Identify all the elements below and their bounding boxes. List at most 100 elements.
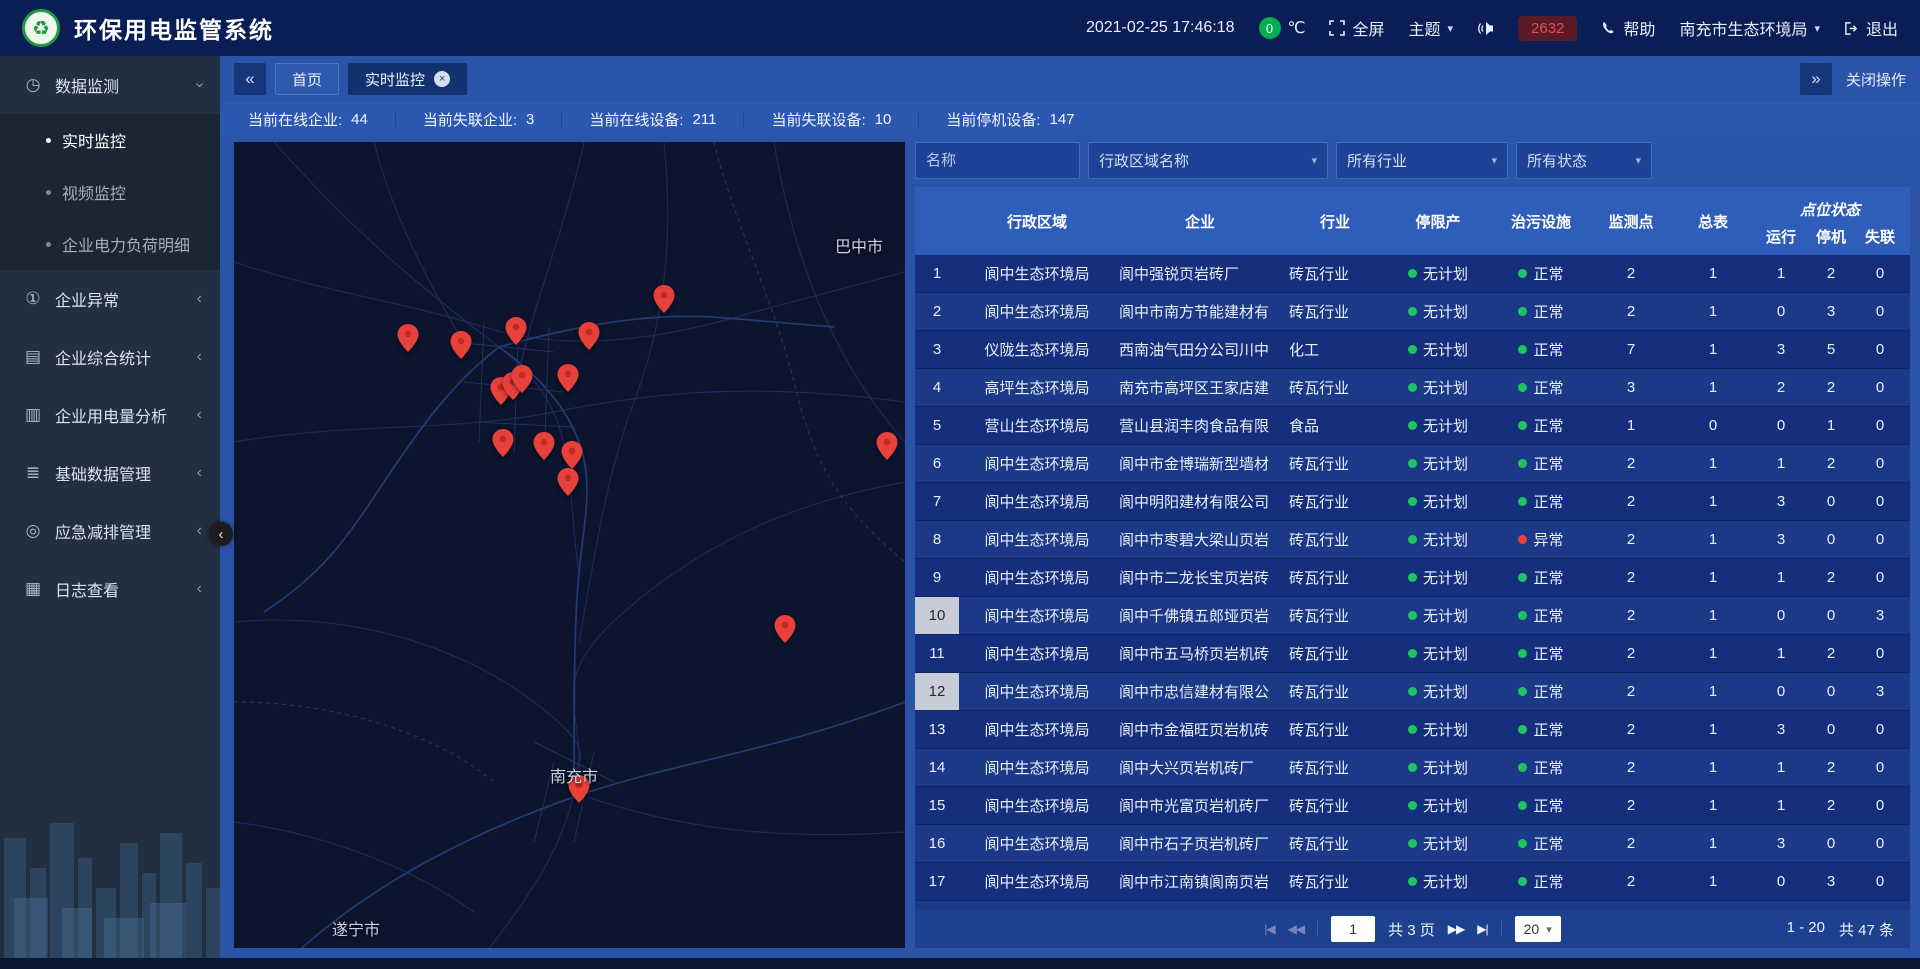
name-filter-input[interactable] [915, 142, 1080, 179]
tab-realtime-monitoring[interactable]: 实时监控 × [348, 63, 467, 95]
cell-filler [1905, 825, 1910, 862]
close-operations-button[interactable]: 关闭操作 [1846, 69, 1906, 90]
map-pin[interactable] [775, 615, 796, 648]
sidebar-item-base-data-management[interactable]: ≣基础数据管理‹ [0, 444, 220, 502]
table-row[interactable]: 3仪陇生态环境局西南油气田分公司川中化工无计划正常71350 [915, 331, 1910, 369]
city-label: 遂宁市 [332, 916, 380, 940]
sidebar-item-data-monitoring[interactable]: ◷数据监测‹ [0, 56, 220, 114]
cell-limit: 无计划 [1385, 825, 1491, 862]
cell-enterprise: 阆中千佛镇五郎垭页岩 [1115, 597, 1285, 634]
table-row[interactable]: 15阆中生态环境局阆中市光富页岩机砖厂砖瓦行业无计划正常21120 [915, 787, 1910, 825]
map-pin[interactable] [512, 365, 533, 398]
cell-offline: 0 [1855, 331, 1905, 368]
tab-home[interactable]: 首页 [275, 63, 339, 95]
cell-monitor: 1 [1591, 407, 1671, 444]
page-number-input[interactable] [1331, 916, 1375, 942]
tabs-scroll-left-button[interactable]: « [234, 63, 266, 95]
map-pin[interactable] [493, 429, 514, 462]
alert-count-badge[interactable]: 2632 [1518, 16, 1577, 41]
logout-button[interactable]: 退出 [1844, 16, 1898, 40]
map-pin[interactable] [558, 468, 579, 501]
table-row[interactable]: 5营山生态环境局营山县润丰肉食品有限食品无计划正常10010 [915, 407, 1910, 445]
table-row[interactable]: 6阆中生态环境局阆中市金博瑞新型墙材砖瓦行业无计划正常21120 [915, 445, 1910, 483]
table-row[interactable]: 18南部生态环境局南部县双佛水泥有限公砖瓦行业无计划正常21030 [915, 901, 1910, 910]
table-row[interactable]: 10阆中生态环境局阆中千佛镇五郎垭页岩砖瓦行业无计划正常21003 [915, 597, 1910, 635]
industry-filter-select[interactable]: 所有行业 ▾ [1336, 142, 1508, 179]
last-page-button[interactable]: ▶| [1477, 922, 1487, 936]
cell-filler [1905, 635, 1910, 672]
table-row[interactable]: 7阆中生态环境局阆中明阳建材有限公司砖瓦行业无计划正常21300 [915, 483, 1910, 521]
first-page-button[interactable]: |◀ [1264, 922, 1274, 936]
table-row[interactable]: 4高坪生态环境局南充市高坪区王家店建砖瓦行业无计划正常31220 [915, 369, 1910, 407]
cell-filler [1905, 521, 1910, 558]
sidebar-subitem-realtime-monitoring[interactable]: 实时监控 [0, 114, 220, 166]
cell-monitor: 2 [1591, 483, 1671, 520]
collapse-map-button[interactable]: ‹ [209, 522, 233, 546]
table-row[interactable]: 17阆中生态环境局阆中市江南镇阆南页岩砖瓦行业无计划正常21030 [915, 863, 1910, 901]
theme-dropdown[interactable]: 主题 ▾ [1409, 16, 1454, 40]
cell-stop: 0 [1807, 673, 1855, 710]
cell-region: 营山生态环境局 [959, 407, 1115, 444]
announcement-button[interactable] [1477, 21, 1494, 36]
map-pin[interactable] [654, 285, 675, 318]
page-size-select[interactable]: 20 ▾ [1515, 916, 1561, 942]
table-row[interactable]: 9阆中生态环境局阆中市二龙长宝页岩砖砖瓦行业无计划正常21120 [915, 559, 1910, 597]
cell-enterprise: 阆中市光富页岩机砖厂 [1115, 787, 1285, 824]
sidebar-item-enterprise-statistics[interactable]: ▤企业综合统计‹ [0, 328, 220, 386]
map-pin[interactable] [398, 324, 419, 357]
cell-limit: 无计划 [1385, 293, 1491, 330]
sidebar-item-power-usage-analysis[interactable]: ▥企业用电量分析‹ [0, 386, 220, 444]
cell-region: 阆中生态环境局 [959, 293, 1115, 330]
help-button[interactable]: 帮助 [1601, 16, 1655, 40]
region-filter-select[interactable]: 行政区域名称 ▾ [1088, 142, 1328, 179]
status-filter-select[interactable]: 所有状态 ▾ [1516, 142, 1652, 179]
cell-index: 4 [915, 369, 959, 406]
cell-offline: 0 [1855, 483, 1905, 520]
cell-stop: 2 [1807, 445, 1855, 482]
table-row[interactable]: 16阆中生态环境局阆中市石子页岩机砖厂砖瓦行业无计划正常21300 [915, 825, 1910, 863]
close-tab-icon[interactable]: × [434, 71, 450, 87]
chevron-down-icon: ▾ [1814, 22, 1820, 35]
table-row[interactable]: 8阆中生态环境局阆中市枣碧大梁山页岩砖瓦行业无计划异常21300 [915, 521, 1910, 559]
fullscreen-button[interactable]: 全屏 [1329, 16, 1384, 40]
tabs-scroll-right-button[interactable]: » [1800, 63, 1832, 95]
sidebar-subitem-power-load-detail[interactable]: 企业电力负荷明细 [0, 218, 220, 270]
pin-layer: 巴中市南充市遂宁市 [234, 142, 905, 948]
table-row[interactable]: 14阆中生态环境局阆中大兴页岩机砖厂砖瓦行业无计划正常21120 [915, 749, 1910, 787]
cell-meter: 1 [1671, 863, 1755, 900]
sidebar-item-emergency-reduction[interactable]: ◎应急减排管理‹ [0, 502, 220, 560]
status-dot-icon [1408, 611, 1417, 620]
app-logo: ♻ [22, 9, 60, 47]
map-pin[interactable] [534, 432, 555, 465]
logout-icon [1844, 21, 1859, 36]
status-dot-icon [1518, 459, 1527, 468]
cell-industry: 砖瓦行业 [1285, 749, 1385, 786]
map-pin[interactable] [579, 322, 600, 355]
table-row[interactable]: 2阆中生态环境局阆中市南方节能建材有砖瓦行业无计划正常21030 [915, 293, 1910, 331]
table-row[interactable]: 13阆中生态环境局阆中市金福旺页岩机砖砖瓦行业无计划正常21300 [915, 711, 1910, 749]
table-row[interactable]: 11阆中生态环境局阆中市五马桥页岩机砖砖瓦行业无计划正常21120 [915, 635, 1910, 673]
cell-facility: 正常 [1491, 369, 1591, 406]
map-pin[interactable] [877, 432, 898, 465]
chevron-down-icon: ▾ [1491, 154, 1497, 167]
cell-index: 3 [915, 331, 959, 368]
map-pin[interactable] [558, 364, 579, 397]
cell-filler [1905, 863, 1910, 900]
map-panel[interactable]: 巴中市南充市遂宁市 [234, 142, 905, 948]
cell-filler [1905, 483, 1910, 520]
map-pin[interactable] [506, 317, 527, 350]
table-row[interactable]: 1阆中生态环境局阆中强锐页岩砖厂砖瓦行业无计划正常21120 [915, 255, 1910, 293]
sidebar-item-log-view[interactable]: ▦日志查看‹ [0, 560, 220, 618]
org-dropdown[interactable]: 南充市生态环境局 ▾ [1679, 16, 1820, 40]
cell-region: 阆中生态环境局 [959, 673, 1115, 710]
cell-offline: 0 [1855, 711, 1905, 748]
sidebar-item-enterprise-abnormal[interactable]: ①企业异常‹ [0, 270, 220, 328]
map-pin[interactable] [451, 331, 472, 364]
cell-region: 阆中生态环境局 [959, 863, 1115, 900]
sidebar-subitem-video-monitoring[interactable]: 视频监控 [0, 166, 220, 218]
prev-page-button[interactable]: ◀◀ [1288, 922, 1304, 936]
table-row[interactable]: 12阆中生态环境局阆中市忠信建材有限公砖瓦行业无计划正常21003 [915, 673, 1910, 711]
next-page-button[interactable]: ▶▶ [1448, 922, 1464, 936]
cell-enterprise: 阆中强锐页岩砖厂 [1115, 255, 1285, 292]
cell-index: 7 [915, 483, 959, 520]
